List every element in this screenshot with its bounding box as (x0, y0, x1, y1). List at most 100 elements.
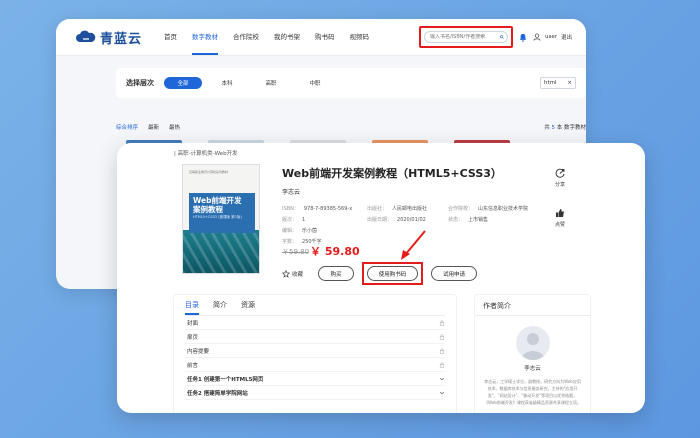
meta-edition-value: 1 (302, 217, 306, 223)
nav-item-partner-schools[interactable]: 合作院校 (233, 19, 259, 55)
nav-item-home[interactable]: 首页 (164, 19, 177, 55)
meta-editor-label: 编辑： (282, 228, 298, 234)
toc-row-label: 任务2 搭建简单学院网站 (187, 390, 248, 397)
top-navigation: 青蓝云 首页 数字教材 合作院校 我的书架 购书码 视频码 输入书名/ISBN/… (56, 19, 586, 56)
star-icon (282, 269, 290, 278)
lock-icon (439, 361, 445, 368)
toc-tabs: 目录 简介 资源 (174, 295, 456, 315)
book-detail-window: | 高职-计算机类-Web开发 高等职业教育计算机系列教材 Web前端开发 案例… (117, 143, 645, 413)
use-book-code-button[interactable]: 使用购书码 (367, 266, 418, 281)
meta-pubdate-label: 出版日期： (367, 217, 393, 223)
like-label: 点赞 (555, 222, 566, 228)
author-bio: 李志云，工学硕士学位，副教授，研究方向为Web应用技术、数据库技术与信息服务研究… (484, 379, 581, 405)
cover-art (183, 233, 259, 273)
toc-row-label: 内容提要 (187, 348, 210, 355)
toc-list: 封面扉页内容提要前言任务1 创建第一个HTML5网页任务2 搭建简单学院网站 (174, 316, 456, 400)
result-count-number: 5 (551, 125, 556, 131)
current-price: ￥ 59.80 (310, 245, 360, 258)
author-name: 李志云 (524, 366, 541, 372)
close-icon[interactable]: × (567, 80, 572, 86)
sort-comprehensive[interactable]: 综合排序 (116, 123, 138, 131)
thumbs-up-icon (556, 209, 564, 217)
logout-link[interactable]: 退出 (561, 33, 572, 41)
tab-introduction[interactable]: 简介 (213, 300, 227, 315)
book-author: 李志云 (282, 189, 301, 196)
meta-publisher-value: 人民邮电出版社 (392, 206, 428, 212)
toc-row[interactable]: 内容提要 (185, 344, 445, 358)
search-icon[interactable] (500, 34, 504, 40)
share-label: 分享 (555, 182, 566, 188)
toc-row[interactable]: 任务1 创建第一个HTML5网页 (185, 372, 445, 386)
toc-row-label: 扉页 (187, 334, 199, 341)
toc-panel: 目录 简介 资源 封面扉页内容提要前言任务1 创建第一个HTML5网页任务2 搭… (173, 294, 457, 413)
toc-row-label: 封面 (187, 320, 199, 327)
share-button[interactable]: 分享 (555, 168, 565, 188)
user-area: user 退出 (533, 33, 572, 41)
level-filter-title: 选择层次 (126, 79, 154, 87)
keyword-tag-label: html (544, 80, 557, 86)
author-panel: 作者简介 李志云 李志云，工学硕士学位，副教授，研究方向为Web应用技术、数据库… (474, 294, 591, 413)
logo[interactable]: 青蓝云 (76, 28, 142, 47)
cover-series-text: 高等职业教育计算机系列教材 (189, 170, 229, 174)
brand-name: 青蓝云 (100, 31, 143, 47)
level-filter: 选择层次 全部 本科 高职 中职 html × (116, 68, 586, 98)
level-tab-secondary-vocational[interactable]: 中职 (296, 77, 334, 89)
cover-title: Web前端开发 案例教程 (193, 196, 241, 214)
meta-isbn-value: 978-7-89385-569-x (303, 206, 353, 212)
meta-publisher-label: 出版社： (367, 206, 388, 212)
user-icon[interactable] (533, 33, 541, 41)
toc-row[interactable]: 封面 (185, 316, 445, 330)
author-panel-title: 作者简介 (475, 295, 590, 316)
use-code-highlight-frame: 使用购书码 (362, 262, 423, 285)
tab-resources[interactable]: 资源 (241, 300, 255, 315)
nav-item-my-bookshelf[interactable]: 我的书架 (274, 19, 300, 55)
favorite-button[interactable]: 收藏 (282, 269, 310, 278)
meta-school: 合作院校： 山东信息职业技术学院 (448, 205, 528, 212)
cover-title-line1: Web前端开发 (193, 196, 242, 205)
keyword-tag[interactable]: html × (540, 77, 576, 89)
toc-row[interactable]: 前言 (185, 358, 445, 372)
meta-editor-value: 乐小茵 (302, 228, 318, 234)
cover-title-line2: 案例教程 (193, 205, 223, 214)
chevron-down-icon[interactable] (439, 376, 445, 382)
nav-item-digital-textbooks[interactable]: 数字教材 (192, 19, 219, 55)
toc-row[interactable]: 任务2 搭建简单学院网站 (185, 386, 445, 400)
level-tab-vocational-college[interactable]: 高职 (252, 77, 290, 89)
search-input[interactable] (429, 34, 500, 40)
avatar (515, 326, 550, 360)
meta-status-value: 上市销售 (468, 217, 489, 223)
like-button[interactable]: 点赞 (555, 208, 565, 228)
nav-menu: 首页 数字教材 合作院校 我的书架 购书码 视频码 (164, 19, 369, 55)
sort-hottest[interactable]: 最热 (169, 123, 180, 131)
bell-icon[interactable] (519, 33, 527, 42)
side-tools: 分享 点赞 (555, 168, 565, 228)
tab-contents[interactable]: 目录 (185, 300, 199, 315)
nav-item-book-code[interactable]: 购书码 (315, 19, 335, 55)
level-tab-all[interactable]: 全部 (164, 77, 202, 89)
cloud-logo-icon (76, 30, 96, 42)
book-title: Web前端开发案例教程（HTML5+CSS3） (282, 167, 502, 180)
meta-status-label: 状态： (448, 217, 464, 223)
cover-subtitle: HTML5+CSS3 (微课版 第2版) (193, 215, 242, 219)
search-highlight-frame (418, 26, 513, 48)
cover-title-block: Web前端开发 案例教程 HTML5+CSS3 (微课版 第2版) (189, 193, 255, 233)
book-cover: 高等职业教育计算机系列教材 Web前端开发 案例教程 HTML5+CSS3 (微… (182, 164, 260, 274)
result-count-prefix: 共 (544, 125, 550, 131)
toc-row-label: 前言 (187, 362, 199, 369)
sort-newest[interactable]: 最新 (148, 123, 159, 131)
meta-editor: 编辑： 乐小茵 (282, 227, 317, 234)
level-tab-undergraduate[interactable]: 本科 (208, 77, 246, 89)
toc-row[interactable]: 扉页 (185, 330, 445, 344)
meta-isbn-label: ISBN： (282, 206, 299, 212)
level-tabs: 全部 本科 高职 中职 (164, 77, 334, 89)
buy-button[interactable]: 购买 (318, 266, 354, 281)
chevron-down-icon[interactable] (439, 390, 445, 396)
trial-request-button[interactable]: 试用申请 (431, 266, 477, 281)
username[interactable]: user (545, 34, 557, 40)
meta-status: 状态： 上市销售 (448, 216, 488, 223)
search-box (423, 31, 508, 43)
result-count: 共 5 本 数字教材 (544, 123, 586, 131)
lock-icon (439, 333, 445, 340)
nav-item-video-code[interactable]: 视频码 (350, 19, 370, 55)
meta-isbn: ISBN： 978-7-89385-569-x (282, 205, 352, 212)
